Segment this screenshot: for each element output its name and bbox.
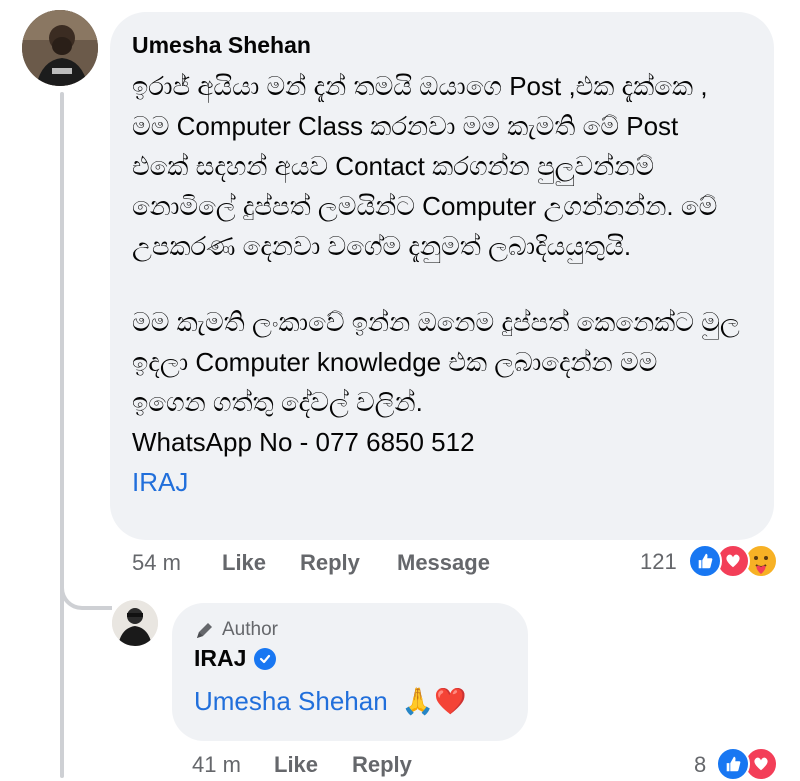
reply-author-row: IRAJ — [194, 645, 508, 672]
reply-author-avatar-image — [112, 600, 158, 646]
comment-line: ඉදලා Computer knowledge එක ලබාදෙන්න මම — [132, 347, 658, 377]
reply-button[interactable]: Reply — [300, 550, 360, 576]
pen-icon — [197, 623, 212, 638]
comment-line: උපකරණ දෙනවා වගේම දැනුමත් ලබාදියයුතුයි. — [132, 231, 632, 261]
reply-like-button[interactable]: Like — [274, 752, 318, 778]
comment-author-name[interactable]: Umesha Shehan — [132, 30, 752, 60]
like-reaction-icon — [688, 544, 722, 578]
comment-timestamp[interactable]: 54 m — [132, 550, 181, 576]
reply-timestamp[interactable]: 41 m — [192, 752, 241, 778]
comment-line: ඉගෙන ගත්තු දේවල් වලින්. — [132, 387, 423, 417]
author-badge-label: Author — [222, 619, 278, 640]
comment-line: මම Computer Class කරනවා මම කැමති මේ Post — [132, 111, 679, 141]
verified-badge-icon — [254, 647, 277, 670]
reaction-count[interactable]: 121 — [640, 549, 677, 575]
comment-line: WhatsApp No - 077 6850 512 — [132, 427, 475, 457]
reply-author-name[interactable]: IRAJ — [194, 645, 246, 672]
comment-line: මම කැමති ලංකාවේ ඉන්න ඔනෙම දුප්පත් කෙනෙක්… — [132, 307, 740, 337]
message-button[interactable]: Message — [397, 550, 490, 576]
mentioned-user-link[interactable]: Umesha Shehan — [194, 686, 388, 717]
comment-line: නොමිලේ දුප්පත් ලමයින්ට Computer උගන්නන්න… — [132, 191, 718, 221]
like-button[interactable]: Like — [222, 550, 266, 576]
reply-body: Umesha Shehan 🙏❤️ — [194, 686, 508, 717]
comment-line: එකේ සදහන් අයව Contact කරගන්න පුලුවන්නම් — [132, 151, 655, 181]
comment-bubble: Umesha Shehan ඉරාජ් අයියා මන් දැන් තමයි … — [110, 12, 774, 540]
reply-like-reaction-icon — [716, 747, 750, 781]
comment-body: ඉරාජ් අයියා මන් දැන් තමයි ඔයාගෙ Post ,එක… — [132, 66, 752, 502]
comment-line: ඉරාජ් අයියා මන් දැන් තමයි ඔයාගෙ Post ,එක… — [132, 71, 708, 101]
reply-author-avatar[interactable] — [112, 600, 158, 646]
thread-line — [60, 92, 64, 778]
tagged-user-link[interactable]: IRAJ — [132, 462, 752, 502]
commenter-avatar[interactable] — [22, 10, 98, 86]
reply-reply-button[interactable]: Reply — [352, 752, 412, 778]
commenter-avatar-image — [22, 10, 98, 86]
reply-emojis: 🙏❤️ — [401, 686, 467, 716]
thread-connector — [60, 570, 112, 610]
reply-bubble: Author IRAJ Umesha Shehan 🙏❤️ — [172, 603, 528, 741]
reply-reaction-count[interactable]: 8 — [694, 752, 706, 778]
author-badge: Author — [194, 619, 508, 641]
